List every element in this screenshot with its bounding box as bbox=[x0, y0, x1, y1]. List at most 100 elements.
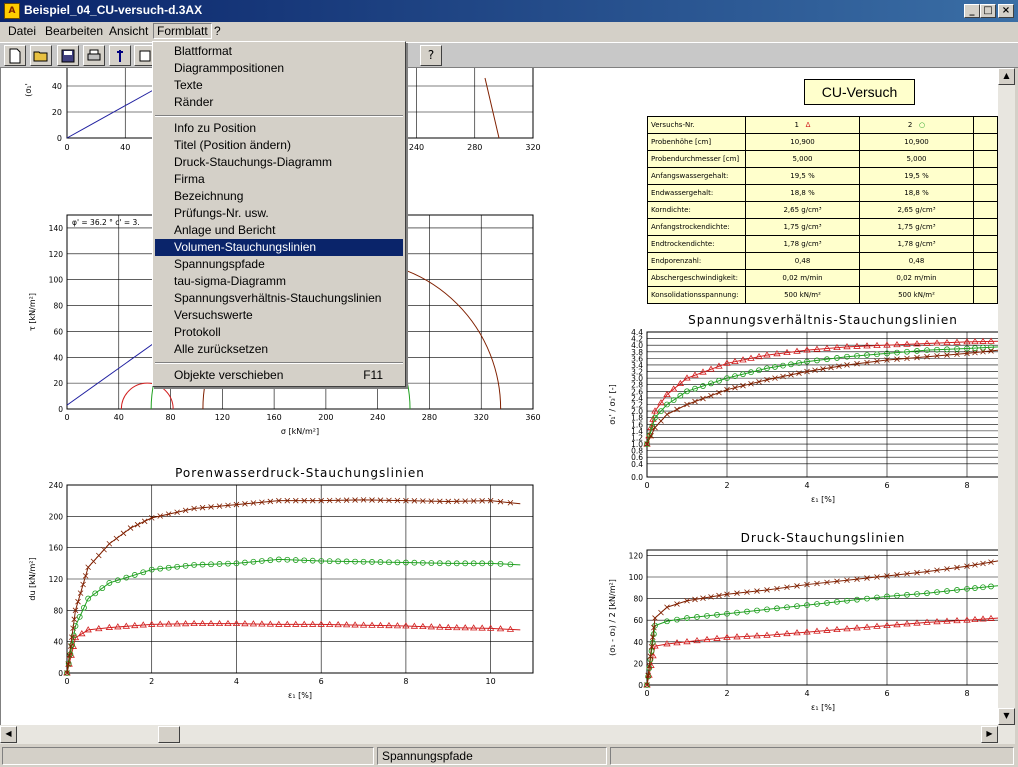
help-button[interactable]: ? bbox=[420, 45, 442, 66]
y-tick-label: 80 bbox=[53, 606, 63, 615]
scroll-left-icon[interactable]: ◀ bbox=[0, 726, 17, 743]
menu-separator bbox=[155, 115, 403, 117]
menu-ansicht[interactable]: Ansicht bbox=[106, 24, 151, 38]
y-tick-label: 200 bbox=[49, 512, 64, 521]
x-axis-label: σ [kN/m²] bbox=[281, 427, 319, 436]
menu-item-pruefungs-nr[interactable]: Prüfungs-Nr. usw. bbox=[155, 205, 403, 222]
x-tick-label: 0 bbox=[64, 677, 69, 686]
save-icon[interactable] bbox=[57, 45, 79, 66]
document-canvas[interactable]: CU-Versuch Versuchs-Nr. 1 Δ 2 ○ Probenhö… bbox=[0, 68, 999, 725]
x-tick-label: 4 bbox=[234, 677, 239, 686]
y-axis-label: (σ₁ - σ₃) / 2 [kN/m²] bbox=[608, 579, 617, 656]
x-tick-label: 240 bbox=[370, 413, 385, 422]
data-point bbox=[120, 530, 127, 537]
x-tick-label: 0 bbox=[64, 143, 69, 152]
x-tick-label: 280 bbox=[422, 413, 437, 422]
y-tick-label: 120 bbox=[49, 250, 64, 259]
menu-bar: Datei Bearbeiten Ansicht Formblatt ? bbox=[0, 22, 1018, 41]
data-point bbox=[90, 558, 97, 565]
data-point bbox=[708, 392, 714, 399]
app-icon[interactable]: A bbox=[4, 3, 20, 19]
menu-item-blattformat[interactable]: Blattformat bbox=[155, 43, 403, 60]
menu-item-versuchswerte[interactable]: Versuchswerte bbox=[155, 307, 403, 324]
y-axis-label: τ [kN/m²] bbox=[28, 293, 37, 331]
series-line bbox=[66, 499, 521, 674]
data-point bbox=[127, 525, 134, 531]
open-folder-icon[interactable] bbox=[30, 45, 52, 66]
menu-datei[interactable]: Datei bbox=[5, 24, 39, 38]
menu-item-druck-stauchungs-diagramm[interactable]: Druck-Stauchungs-Diagramm bbox=[155, 154, 403, 171]
y-tick-label: 0 bbox=[638, 681, 643, 690]
status-text: Spannungspfade bbox=[377, 747, 607, 765]
x-tick-label: 120 bbox=[215, 413, 230, 422]
print-icon[interactable] bbox=[83, 45, 105, 66]
x-tick-label: 200 bbox=[318, 413, 333, 422]
status-bar: Spannungspfade bbox=[0, 745, 1018, 767]
y-axis-label: σ₁' / σ₃' [-] bbox=[608, 384, 617, 424]
menu-item-info-zu-position[interactable]: Info zu Position bbox=[155, 120, 403, 137]
x-tick-label: 240 bbox=[409, 143, 424, 152]
y-tick-label: 120 bbox=[49, 575, 64, 584]
x-tick-label: 8 bbox=[964, 689, 969, 698]
maximize-button[interactable]: □ bbox=[980, 4, 996, 18]
menu-item-spannungspfade[interactable]: Spannungspfade bbox=[155, 256, 403, 273]
y-tick-label: 40 bbox=[53, 638, 63, 647]
close-button[interactable]: × bbox=[998, 4, 1014, 18]
menu-bearbeiten[interactable]: Bearbeiten bbox=[42, 24, 106, 38]
menu-formblatt[interactable]: Formblatt bbox=[153, 23, 212, 39]
horizontal-scrollbar[interactable]: ◀ ▶ bbox=[0, 725, 1015, 744]
minimize-button[interactable]: _ bbox=[964, 4, 980, 18]
vertical-scrollbar[interactable]: ▲ ▼ bbox=[998, 68, 1015, 725]
menu-item-bezeichnung[interactable]: Bezeichnung bbox=[155, 188, 403, 205]
y-tick-label: 120 bbox=[629, 551, 644, 560]
menu-item-titel[interactable]: Titel (Position ändern) bbox=[155, 137, 403, 154]
new-file-icon[interactable] bbox=[4, 45, 26, 66]
data-point bbox=[198, 619, 207, 627]
series-line bbox=[646, 349, 999, 445]
x-tick-label: 320 bbox=[525, 143, 540, 152]
menu-item-tau-sigma-diagramm[interactable]: tau-sigma-Diagramm bbox=[155, 273, 403, 290]
mohr-circle bbox=[484, 77, 500, 139]
menu-item-firma[interactable]: Firma bbox=[155, 171, 403, 188]
x-tick-label: 6 bbox=[884, 689, 889, 698]
menu-help[interactable]: ? bbox=[211, 24, 224, 38]
menu-item-objekte-verschieben[interactable]: Objekte verschieben F11 bbox=[155, 367, 403, 384]
y-tick-label: 20 bbox=[52, 108, 62, 117]
menu-item-alle-zuruecksetzen[interactable]: Alle zurücksetzen bbox=[155, 341, 403, 358]
menu-item-volumen-stauchungslinien[interactable]: Volumen-Stauchungslinien bbox=[155, 239, 403, 256]
x-axis-label: ε₁ [%] bbox=[811, 495, 835, 504]
failure-line bbox=[66, 87, 158, 139]
scroll-down-icon[interactable]: ▼ bbox=[998, 708, 1015, 725]
x-tick-label: 6 bbox=[319, 677, 324, 686]
data-point bbox=[692, 398, 698, 405]
data-point bbox=[664, 411, 670, 418]
charts-layer: 0 40 240 280 32002040(σ₁'0 40 80 120 160 200 240 28… bbox=[24, 68, 999, 712]
x-tick-label: 360 bbox=[525, 413, 540, 422]
x-axis-label: ε₁ [%] bbox=[811, 703, 835, 712]
y-tick-label: 20 bbox=[633, 659, 643, 668]
x-tick-label: 4 bbox=[804, 481, 809, 490]
y-tick-label: 240 bbox=[49, 481, 64, 490]
tool-icon[interactable] bbox=[109, 45, 131, 66]
menu-item-spannungsverhaeltnis[interactable]: Spannungsverhältnis-Stauchungslinien bbox=[155, 290, 403, 307]
menu-item-diagrammpositionen[interactable]: Diagrammpositionen bbox=[155, 60, 403, 77]
menu-item-anlage-und-bericht[interactable]: Anlage und Bericht bbox=[155, 222, 403, 239]
scroll-up-icon[interactable]: ▲ bbox=[998, 68, 1015, 85]
y-tick-label: 80 bbox=[633, 595, 643, 604]
status-panel-right bbox=[610, 747, 1014, 765]
x-tick-label: 10 bbox=[486, 677, 496, 686]
data-point bbox=[664, 604, 670, 611]
scroll-thumb[interactable] bbox=[158, 726, 180, 743]
x-tick-label: 40 bbox=[114, 413, 124, 422]
x-tick-label: 6 bbox=[884, 481, 889, 490]
menu-item-texte[interactable]: Texte bbox=[155, 77, 403, 94]
chart-title: Porenwasserdruck-Stauchungslinien bbox=[175, 466, 425, 480]
menu-item-protokoll[interactable]: Protokoll bbox=[155, 324, 403, 341]
chart-title: Druck-Stauchungslinien bbox=[741, 531, 906, 545]
menu-item-raender[interactable]: Ränder bbox=[155, 94, 403, 111]
scroll-right-icon[interactable]: ▶ bbox=[981, 726, 998, 743]
y-tick-label: 4.4 bbox=[631, 328, 643, 337]
x-tick-label: 8 bbox=[964, 481, 969, 490]
chart-title: Spannungsverhältnis-Stauchungslinien bbox=[688, 313, 958, 327]
y-tick-label: 40 bbox=[53, 353, 63, 362]
